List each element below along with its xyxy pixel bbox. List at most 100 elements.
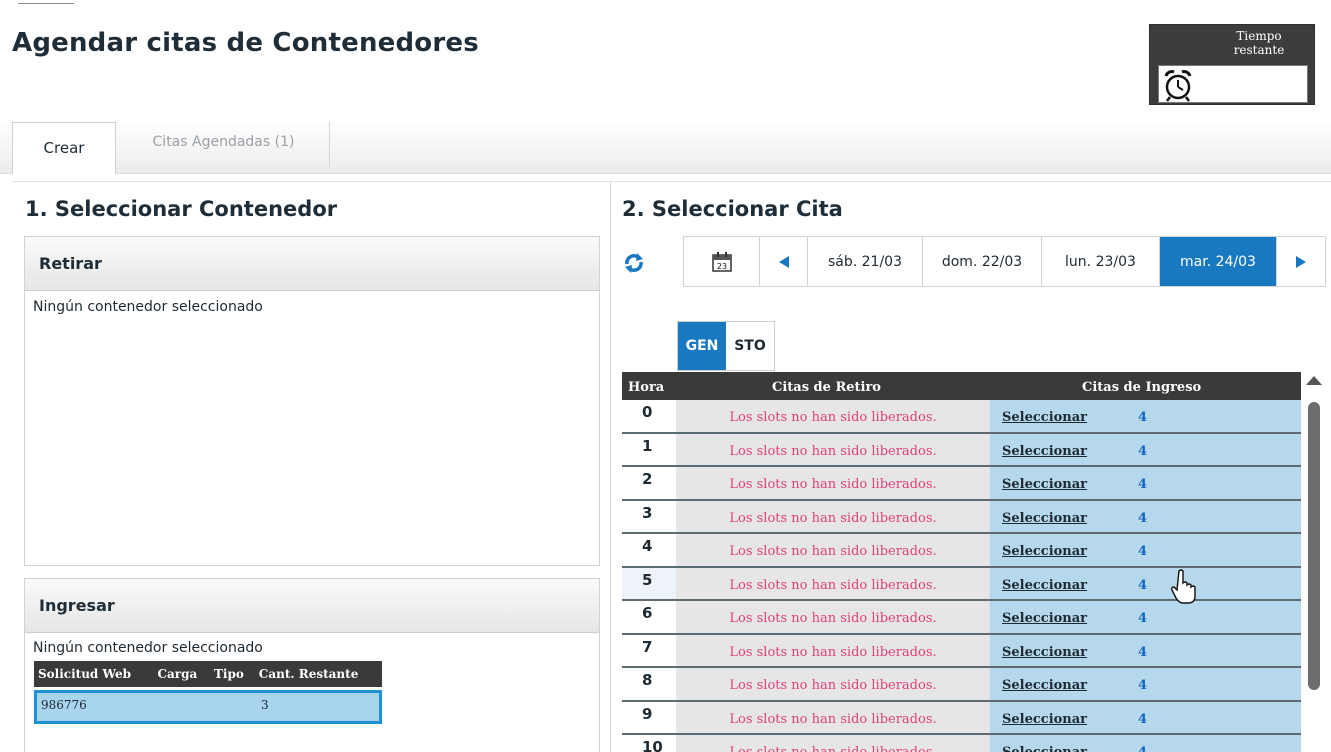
slot-retiro-status: Los slots no han sido liberados. [676,668,990,700]
slot-available-count: 4 [1138,644,1148,660]
time-remaining-widget: Tiempo restante [1149,24,1315,105]
select-slot-link[interactable]: Seleccionar [1002,410,1087,425]
table-row: 7 Los slots no han sido liberados. Selecci… [622,634,1301,668]
table-row[interactable]: 986776 3 [34,690,382,724]
select-slot-link[interactable]: Seleccionar [1002,645,1087,660]
date-option-active[interactable]: mar. 24/03 [1160,237,1277,286]
scrollbar-thumb[interactable] [1308,402,1320,690]
date-option[interactable]: dom. 22/03 [923,237,1042,286]
date-option[interactable]: lun. 23/03 [1042,237,1160,286]
tab-citas-agendadas[interactable]: Citas Agendadas (1) [118,122,330,168]
col-hora: Hora [628,380,665,395]
slot-ingreso-cell: Seleccionar 4 [990,701,1301,733]
table-row: 4 Los slots no han sido liberados. Selecci… [622,534,1301,568]
calendar-icon: 23 [711,251,732,272]
table-row: 3 Los slots no han sido liberados. Selecci… [622,500,1301,534]
calendar-button[interactable]: 23 [684,237,760,286]
ingresar-request-table: Solicitud Web Carga Tipo Cant. Restante [34,661,382,687]
slot-ingreso-cell: Seleccionar 4 [990,601,1301,633]
slot-available-count: 4 [1138,410,1148,425]
section-title-select-appointment: 2. Seleccionar Cita [622,197,843,221]
retirar-panel-header: Retirar [25,237,599,291]
slot-hour: 5 [622,567,676,599]
select-slot-link[interactable]: Seleccionar [1002,745,1087,752]
col-citas-retiro: Citas de Retiro [772,380,881,395]
slot-retiro-status: Los slots no han sido liberados. [676,467,990,499]
ingresar-empty-text: Ningún contenedor seleccionado [33,640,263,656]
time-remaining-box [1158,65,1308,103]
slot-ingreso-cell: Seleccionar 4 [990,500,1301,532]
page-title: Agendar citas de Contenedores [12,28,479,58]
slot-available-count: 4 [1138,745,1147,752]
slot-available-count: 4 [1138,577,1148,593]
toggle-gen[interactable]: GEN [678,322,726,370]
slot-hour: 9 [622,701,676,733]
slot-hour: 10 [622,735,676,752]
slot-available-count: 4 [1138,678,1148,693]
toggle-sto[interactable]: STO [726,322,774,370]
col-carga: Carga [153,661,210,687]
table-row: 8 Los slots no han sido liberados. Selecci… [622,668,1301,702]
select-slot-link[interactable]: Seleccionar [1002,611,1087,626]
svg-text:23: 23 [716,262,726,271]
section-title-select-container: 1. Seleccionar Contenedor [25,197,338,221]
slot-available-count: 4 [1138,611,1148,626]
gen-sto-toggle: GEN STO [677,321,775,371]
slot-hour: 4 [622,534,676,566]
top-link-underline [18,0,74,4]
table-row: 10Los slots no han sido liberados. Selecc… [622,735,1301,752]
slot-retiro-status: Los slots no han sido liberados. [676,534,990,566]
cell-solicitud: 986776 [41,698,87,712]
date-selector: 23 sáb. 21/03 dom. 22/03 lun. 23/03 mar.… [683,236,1326,287]
table-row: 2 Los slots no han sido liberados. Selecci… [622,467,1301,501]
slot-hour: 6 [622,601,676,633]
prev-date-button[interactable] [760,237,808,286]
slot-table-header: Hora Citas de Retiro Citas de Ingreso [622,372,1301,400]
select-slot-link[interactable]: Seleccionar [1002,712,1087,727]
slot-ingreso-cell: Seleccionar 4 [990,567,1301,599]
slot-hour: 1 [622,433,676,465]
slot-retiro-status: Los slots no han sido liberados. [676,400,990,432]
slot-retiro-status: Los slots no han sido liberados. [676,601,990,633]
slot-ingreso-cell: Seleccionar 4 [990,400,1301,432]
slot-hour: 7 [622,634,676,666]
scroll-up-arrow[interactable] [1306,376,1322,385]
slot-retiro-status: Los slots no han sido liberados. [676,735,990,752]
tab-crear[interactable]: Crear [12,122,116,174]
slot-retiro-status: Los slots no han sido liberados. [676,500,990,532]
slot-available-count: 4 [1138,711,1148,727]
table-row: 0 Los slots no han sido liberados. Selecci… [622,400,1301,434]
table-row: 1 Los slots no han sido liberados. Selecci… [622,433,1301,467]
column-divider [610,182,611,752]
slot-hour: 3 [622,500,676,532]
cell-restante: 3 [261,698,269,712]
slot-retiro-status: Los slots no han sido liberados. [676,567,990,599]
content-top-border [12,181,1331,182]
ingresar-table-header: Solicitud Web Carga Tipo Cant. Restante [34,661,382,687]
slot-retiro-status: Los slots no han sido liberados. [676,701,990,733]
hand-pointer-icon [1171,569,1196,604]
next-date-button[interactable] [1277,237,1325,286]
slot-available-count: 4 [1138,544,1148,559]
col-solicitud-web: Solicitud Web [34,661,154,687]
select-slot-link[interactable]: Seleccionar [1002,678,1087,693]
ingresar-panel-header: Ingresar [25,579,599,633]
col-cant-restante: Cant. Restante [254,661,382,687]
col-tipo: Tipo [210,661,255,687]
triangle-left-icon [778,255,789,268]
slot-retiro-status: Los slots no han sido liberados. [676,433,990,465]
slot-available-count: 4 [1138,510,1148,526]
select-slot-link[interactable]: Seleccionar [1002,477,1087,492]
select-slot-link[interactable]: Seleccionar [1002,578,1087,593]
triangle-right-icon [1296,255,1306,268]
retirar-panel: Retirar Ningún contenedor seleccionado [24,236,600,566]
refresh-icon[interactable] [623,252,645,274]
select-slot-link[interactable]: Seleccionar [1002,444,1087,459]
select-slot-link[interactable]: Seleccionar [1002,544,1087,559]
col-citas-ingreso: Citas de Ingreso [1082,380,1202,395]
slot-ingreso-cell: Seleccionar 4 [990,634,1301,666]
date-option[interactable]: sáb. 21/03 [808,237,923,286]
slot-ingreso-cell: Seleccionar 4 [990,433,1301,465]
table-row: 6 Los slots no han sido liberados. Selecci… [622,601,1301,635]
select-slot-link[interactable]: Seleccionar [1002,511,1087,526]
